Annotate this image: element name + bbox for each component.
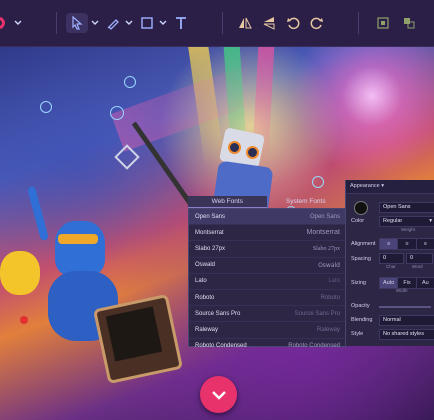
text-icon [176,17,186,29]
word-caption: Word [412,264,423,269]
top-toolbar [0,0,434,47]
flip-vertical-icon [263,17,275,30]
flip-horizontal-button[interactable] [236,13,254,33]
layers-icon [404,18,415,29]
font-item-lato[interactable]: Lato Lato [189,274,346,290]
rectangle-icon [141,17,153,29]
caret-down-icon: ▾ [381,183,384,189]
color-swatch[interactable] [354,201,368,215]
chevron-down-icon[interactable] [124,13,134,33]
grid-button[interactable] [374,13,392,33]
font-item-open-sans[interactable]: Open Sans Open Sans [189,209,346,226]
grid-icon [377,17,389,29]
select-arrow-icon [72,16,83,30]
char-caption: Char [386,264,396,269]
color-label: Color [351,218,365,224]
font-family-field[interactable]: Open Sans [379,202,434,213]
appearance-header[interactable]: Appearance ▾ [346,180,434,194]
font-item-source-sans-pro[interactable]: Source Sans Pro Source Sans Pro [189,306,346,323]
logo-icon[interactable] [0,13,8,33]
toolbar-divider [56,12,57,34]
align-center-icon[interactable]: ≡ [398,239,417,249]
font-tabs: Web Fonts System Fonts [188,196,345,208]
layers-button[interactable] [400,13,418,33]
rotate-left-icon [287,17,300,30]
shared-style-select[interactable]: No shared styles [379,329,434,340]
opacity-slider[interactable] [379,306,431,308]
font-item-roboto[interactable]: Roboto Roboto [189,290,346,307]
tab-system-fonts[interactable]: System Fonts [267,196,346,208]
font-item-raleway[interactable]: Raleway Raleway [189,322,346,339]
flip-horizontal-icon [239,17,252,29]
font-item-oswald[interactable]: Oswald Oswald [189,258,346,274]
blending-select[interactable]: Normal [379,315,434,326]
font-list: Open Sans Open Sans Montserrat Montserrat … [188,208,347,349]
select-tool-button[interactable] [66,13,88,33]
toolbar-divider [222,12,223,34]
rotate-right-icon [310,17,323,30]
sizing-fix-button[interactable]: Fix [398,278,417,288]
align-right-icon[interactable]: ≡ [417,239,434,249]
style-label: Style [351,331,364,337]
font-item-roboto-condensed[interactable]: Roboto Condensed Roboto Condensed [189,339,346,354]
pen-icon [107,19,119,30]
chevron-down-icon [211,390,226,400]
chevron-down-icon[interactable] [158,13,168,33]
font-item-slabo[interactable]: Slabo 27px Slabo 27px [189,241,346,258]
toolbar-divider [358,12,359,34]
char-spacing-input[interactable]: 0 [379,253,404,264]
chevron-down-icon[interactable] [90,13,100,33]
font-item-montserrat[interactable]: Montserrat Montserrat [189,225,346,242]
rotate-right-button[interactable] [308,13,326,33]
alignment-label: Alignment [351,241,376,247]
flip-vertical-button[interactable] [260,13,278,33]
chevron-down-icon: ▾ [429,218,432,224]
rectangle-tool-button[interactable] [138,13,156,33]
text-tool-button[interactable] [172,13,190,33]
rotate-left-button[interactable] [284,13,302,33]
blending-label: Blending [351,317,373,323]
align-left-icon[interactable]: ≡ [380,239,399,249]
opacity-label: Opacity [351,303,370,309]
width-caption: Width [396,288,408,293]
scroll-down-button[interactable] [200,376,237,413]
weight-caption: Weight [401,227,415,232]
pen-tool-button[interactable] [104,13,122,33]
alignment-control: ≡ ≡ ≡ [379,238,434,250]
word-spacing-input[interactable]: 0 [406,253,433,264]
font-weight-select[interactable]: Regular ▾ [379,216,434,227]
properties-panel: Appearance ▾ Open Sans Color Regular ▾ We… [345,180,434,346]
spacing-label: Spacing [351,256,371,262]
sizing-auto-height-button[interactable]: Au [417,278,434,288]
chevron-down-icon[interactable] [12,13,24,33]
sizing-auto-button[interactable]: Auto [380,278,399,288]
tab-web-fonts[interactable]: Web Fonts [188,196,267,208]
sizing-label: Sizing [351,280,366,286]
